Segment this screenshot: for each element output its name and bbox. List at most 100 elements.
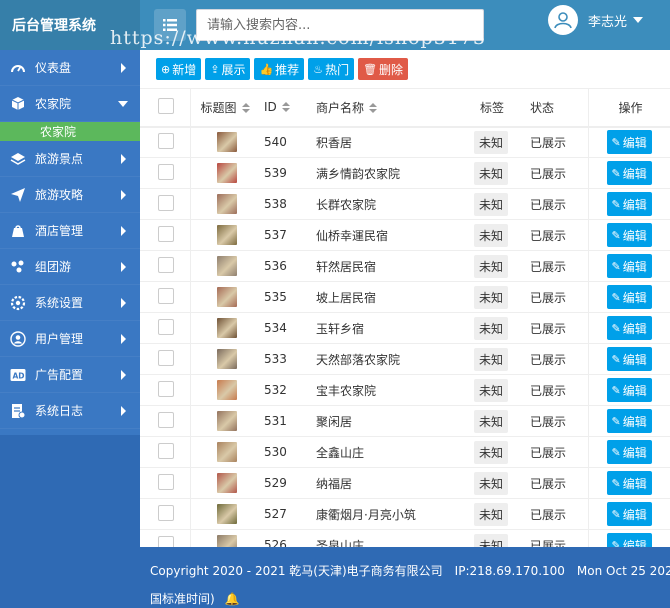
ip-text: IP:218.69.170.100 [454, 564, 565, 578]
sidebar-item-hotels[interactable]: 酒店管理 [0, 213, 140, 249]
row-tag-cell: 未知 [468, 374, 528, 406]
edit-button-label: 编辑 [622, 383, 647, 398]
recommend-button[interactable]: 👍 推荐 [254, 58, 305, 80]
table-row: 538 长群农家院 未知 已展示 ✎ 编辑 [140, 188, 670, 220]
edit-icon: ✎ [611, 476, 621, 490]
delete-button[interactable]: 🗑 删除 [358, 58, 409, 80]
merchant-table: 标题图 ID 商户名称 标签 状态 操作 540 积香居 未知 已展示 ✎ 编辑 539 满乡… [140, 88, 670, 547]
thumbnail-cell [190, 529, 250, 547]
copyright-text: Copyright 2020 - 2021 乾马(天津)电子商务有限公司 [150, 564, 443, 578]
dashboard-icon [10, 60, 26, 76]
header-name[interactable]: 商户名称 [312, 88, 468, 128]
sidebar-item-group-tours[interactable]: 组团游 [0, 249, 140, 285]
row-checkbox[interactable] [158, 318, 174, 335]
sidebar-item-dashboard[interactable]: 仪表盘 [0, 50, 140, 86]
fire-icon: ♨ [313, 62, 324, 76]
user-menu[interactable]: 李志光 [548, 5, 644, 35]
sidebar-item-attractions[interactable]: 旅游景点 [0, 141, 140, 177]
row-id: 533 [250, 343, 312, 375]
row-actions: ✎ 编辑 [588, 436, 670, 468]
row-tag-cell: 未知 [468, 250, 528, 282]
chevron-right-icon [121, 63, 126, 73]
row-checkbox[interactable] [158, 504, 174, 521]
select-all-checkbox[interactable] [158, 97, 174, 114]
edit-button[interactable]: ✎ 编辑 [606, 409, 652, 433]
row-checkbox[interactable] [158, 473, 174, 490]
table-row: 535 坡上居民宿 未知 已展示 ✎ 编辑 [140, 281, 670, 313]
row-status: 已展示 [528, 498, 589, 530]
row-tag: 未知 [474, 502, 509, 526]
row-checkbox[interactable] [158, 380, 174, 397]
send-icon [10, 187, 26, 203]
sidebar-item-farmhouse[interactable]: 农家院 [0, 86, 140, 122]
edit-button[interactable]: ✎ 编辑 [606, 223, 652, 247]
row-actions: ✎ 编辑 [588, 343, 670, 375]
row-checkbox[interactable] [158, 535, 174, 547]
row-checkbox[interactable] [158, 442, 174, 459]
row-status: 已展示 [528, 281, 589, 313]
edit-button[interactable]: ✎ 编辑 [606, 192, 652, 216]
row-checkbox-cell [140, 126, 191, 158]
row-tag-cell: 未知 [468, 405, 528, 437]
edit-button-label: 编辑 [622, 414, 647, 429]
edit-button[interactable]: ✎ 编辑 [606, 533, 652, 547]
hot-button[interactable]: ♨ 热门 [308, 58, 355, 80]
sidebar-item-users[interactable]: 用户管理 [0, 321, 140, 357]
row-actions: ✎ 编辑 [588, 312, 670, 344]
row-name: 满乡情韵农家院 [312, 157, 468, 189]
app-logo[interactable]: 后台管理系统 [0, 0, 140, 50]
row-checkbox[interactable] [158, 194, 174, 211]
edit-icon: ✎ [611, 507, 621, 521]
thumbnail-image [216, 442, 237, 462]
edit-button[interactable]: ✎ 编辑 [606, 130, 652, 155]
row-checkbox[interactable] [158, 163, 174, 180]
row-checkbox[interactable] [158, 225, 174, 242]
edit-button[interactable]: ✎ 编辑 [606, 285, 652, 309]
add-button[interactable]: ⊕ 新增 [156, 58, 202, 80]
sidebar-item-settings[interactable]: 系统设置 [0, 285, 140, 321]
edit-button[interactable]: ✎ 编辑 [606, 316, 652, 340]
row-tag: 未知 [474, 130, 509, 154]
row-actions: ✎ 编辑 [588, 467, 670, 499]
user-avatar-icon [554, 12, 572, 29]
row-checkbox[interactable] [158, 256, 174, 273]
row-actions: ✎ 编辑 [588, 157, 670, 189]
row-id: 529 [250, 467, 312, 499]
header-img[interactable]: 标题图 [190, 88, 250, 128]
edit-icon: ✎ [611, 445, 621, 459]
bell-icon[interactable]: 🔔 [225, 585, 240, 608]
row-checkbox[interactable] [158, 349, 174, 366]
edit-button[interactable]: ✎ 编辑 [606, 254, 652, 278]
edit-button-label: 编辑 [622, 135, 647, 150]
edit-button[interactable]: ✎ 编辑 [606, 378, 652, 402]
sidebar-item-logs[interactable]: 系统日志 [0, 393, 140, 429]
thumbnail-image [216, 256, 237, 276]
menu-toggle-button[interactable] [154, 9, 186, 41]
sidebar-item-guides[interactable]: 旅游攻略 [0, 177, 140, 213]
edit-button[interactable]: ✎ 编辑 [606, 347, 652, 371]
row-checkbox[interactable] [158, 132, 174, 149]
row-tag-cell: 未知 [468, 343, 528, 375]
header-id[interactable]: ID [250, 88, 312, 128]
edit-button[interactable]: ✎ 编辑 [606, 471, 652, 495]
row-name: 长群农家院 [312, 188, 468, 220]
row-name: 康衢烟月·月亮小筑 [312, 498, 468, 530]
thumbnail-image [216, 194, 237, 214]
show-button-label: 展示 [221, 62, 246, 77]
edit-button[interactable]: ✎ 编辑 [606, 161, 652, 185]
sort-icon [241, 102, 250, 113]
row-tag: 未知 [474, 533, 509, 547]
row-status: 已展示 [528, 219, 589, 251]
row-checkbox[interactable] [158, 287, 174, 304]
show-button[interactable]: ⇪ 展示 [205, 58, 251, 80]
sidebar-subitem-farmhouse[interactable]: 农家院 [0, 122, 140, 141]
delete-button-label: 删除 [379, 62, 404, 77]
sidebar-item-ads[interactable]: AD 广告配置 [0, 357, 140, 393]
edit-button[interactable]: ✎ 编辑 [606, 440, 652, 464]
row-checkbox[interactable] [158, 411, 174, 428]
edit-button[interactable]: ✎ 编辑 [606, 502, 652, 526]
row-status: 已展示 [528, 529, 589, 547]
row-tag-cell: 未知 [468, 126, 528, 158]
add-button-label: 新增 [172, 62, 197, 77]
search-input[interactable] [196, 9, 484, 41]
